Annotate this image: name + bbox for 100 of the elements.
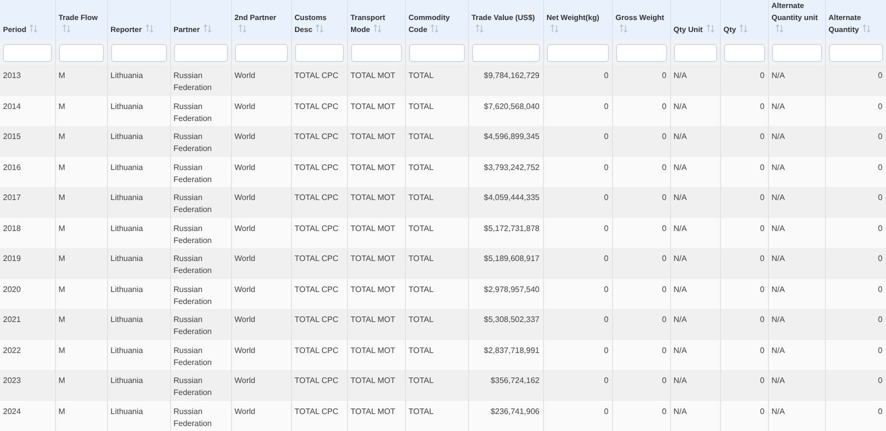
filter-field[interactable] [294,44,344,62]
sort-icon[interactable] [430,24,440,33]
table-cell-text: 2013 [3,70,22,82]
filter-field[interactable] [3,44,52,62]
sort-icon[interactable] [474,24,484,33]
table-cell-text: N/A [772,314,786,326]
sort-icon[interactable] [144,24,154,33]
table-cell-text: 2017 [3,192,22,204]
table-cell-text: World [234,406,256,418]
table-cell-text: 0 [877,100,882,112]
table-cell-text: Russian Federation [174,284,213,308]
table-cell-text: N/A [674,253,688,265]
table-cell-text: 0 [603,192,608,204]
table-cell-text: Russian Federation [174,100,213,124]
sort-icon[interactable] [373,24,382,33]
sort-icon[interactable] [862,24,871,33]
sort-icon[interactable] [550,24,558,33]
table-cell-text: $3,793,242,752 [482,162,540,174]
sort-icon[interactable] [774,24,784,33]
filter-field[interactable] [546,44,608,62]
sort-icon[interactable] [739,24,748,33]
table-cell-text: $5,172,731,878 [482,222,540,234]
table-cell-text: World [234,70,256,82]
sort-icon[interactable] [238,24,246,33]
table-cell-text: M [58,253,66,265]
table-cell-text: 0 [661,344,666,356]
table-cell-text: TOTAL MOT [350,253,396,265]
table-cell-text: Lithuania [110,253,144,265]
table-cell-text: N/A [772,375,786,387]
table-cell-text: TOTAL [408,131,435,143]
sort-icon[interactable] [618,24,628,33]
filter-field[interactable] [234,44,288,62]
table-cell-text: TOTAL CPC [294,375,340,387]
sort-icon[interactable] [315,24,324,33]
table-cell-text: 0 [661,375,666,387]
table-cell-text: N/A [674,344,688,356]
filter-field[interactable] [772,44,822,62]
table-cell-text: Lithuania [110,192,144,204]
filter-field[interactable] [674,44,716,62]
filter-field[interactable] [828,44,882,62]
table-cell-text: N/A [772,253,786,265]
table-cell-text: 2022 [3,344,22,356]
table-cell-text: Russian Federation [174,344,213,368]
table-cell-text: TOTAL [408,253,435,265]
table-cell-text: N/A [674,100,688,112]
table-cell-text: 0 [661,70,666,82]
table-cell-text: Lithuania [110,314,144,326]
table-cell-text: N/A [674,131,688,143]
filter-field[interactable] [472,44,540,62]
table-cell-text: TOTAL MOT [350,314,396,326]
table-cell-text: 0 [877,314,882,326]
table-cell-text: N/A [674,314,688,326]
table-cell-text: TOTAL [408,100,435,112]
filter-field[interactable] [350,44,402,62]
table-cell-text: 2021 [3,314,22,326]
table-cell-text: 0 [603,284,608,296]
sort-icon[interactable] [62,24,70,33]
sort-icon[interactable] [706,24,715,33]
table-cell-text: TOTAL CPC [294,70,340,82]
table-cell-text: TOTAL [408,314,435,326]
table-cell-text: 0 [877,406,882,418]
table-cell-text: $5,308,502,337 [482,314,540,326]
filter-field[interactable] [110,44,166,62]
filter-field[interactable] [408,44,464,62]
table-cell-text: M [58,344,66,356]
table-cell-text: TOTAL CPC [294,162,340,174]
table-cell-text: World [234,314,256,326]
table-cell-text: 0 [759,253,764,265]
table-cell-text: TOTAL MOT [350,344,396,356]
table-cell-text: 0 [661,406,666,418]
table-cell-text: TOTAL [408,192,435,204]
table-cell-text: World [234,131,256,143]
table-cell-text: 0 [603,131,608,143]
filter-field[interactable] [174,44,228,62]
table-cell-text: TOTAL CPC [294,253,340,265]
table-cell-text: $9,784,162,729 [482,70,540,82]
table-cell-text: TOTAL MOT [350,192,396,204]
table-cell-text: World [234,162,256,174]
table-cell-text: Russian Federation [174,253,213,277]
table-cell-text: 2020 [3,284,22,296]
table-cell-text: N/A [674,406,688,418]
sort-icon[interactable] [29,24,38,33]
table-cell-text: 0 [661,222,666,234]
table-cell-text: N/A [674,222,688,234]
table-cell-text: $236,741,906 [490,406,540,418]
sort-icon[interactable] [202,24,212,33]
table-cell-text: 0 [759,70,764,82]
table-cell-text: Lithuania [110,70,144,82]
table-cell-text: 0 [759,284,764,296]
table-cell-text: 2023 [3,375,22,387]
table-cell-text: N/A [772,192,786,204]
table-cell-text: 0 [759,222,764,234]
filter-field[interactable] [58,44,104,62]
filter-field[interactable] [616,44,666,62]
filter-field[interactable] [724,44,764,62]
table-cell-text: 0 [877,131,882,143]
table-cell-text: 0 [603,406,608,418]
table-cell-text: N/A [772,70,786,82]
table-cell-text: M [58,375,66,387]
table-cell-text: 0 [759,406,764,418]
